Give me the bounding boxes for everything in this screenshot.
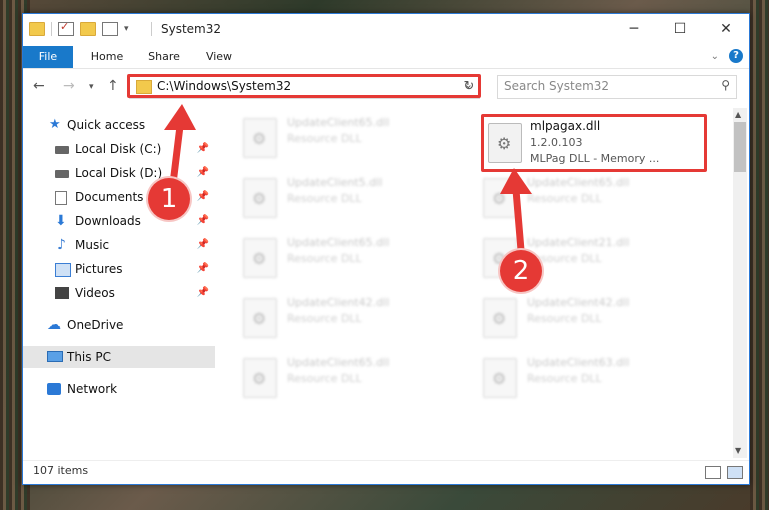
annotation-arrows bbox=[164, 104, 532, 266]
step-badge-2: 2 bbox=[500, 250, 542, 292]
arrow-1-head bbox=[164, 104, 196, 130]
step-badge-1: 1 bbox=[148, 178, 190, 220]
arrow-2-head bbox=[500, 168, 532, 194]
